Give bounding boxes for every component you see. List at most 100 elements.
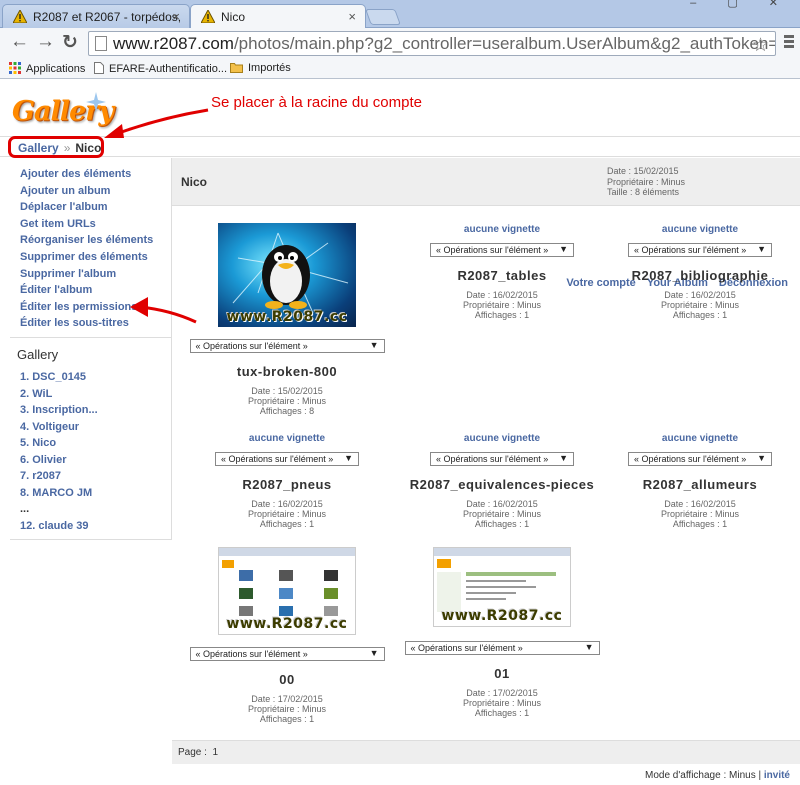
item-owner: Propriétaire : Minus	[247, 396, 327, 406]
item-views: Affichages : 1	[259, 519, 315, 529]
dropdown-arrow-icon: ▼	[369, 648, 379, 658]
item-title[interactable]: R2087_equivalences-pieces	[402, 477, 602, 492]
action-get-item-urls[interactable]: Get item URLs	[20, 218, 153, 235]
gallery-list-item[interactable]: 4. Voltigeur	[20, 421, 98, 438]
action-add-album[interactable]: Ajouter un album	[20, 185, 153, 202]
warning-favicon-icon	[201, 10, 215, 23]
item-cell: www.R2087.cc « Opérations sur l'élément …	[402, 547, 602, 718]
action-delete-items[interactable]: Supprimer des éléments	[20, 251, 153, 268]
action-move-album[interactable]: Déplacer l'album	[20, 201, 153, 218]
item-title[interactable]: tux-broken-800	[187, 364, 387, 379]
item-title[interactable]: 00	[187, 672, 387, 687]
item-date: Date : 16/02/2015	[251, 499, 323, 509]
no-thumbnail-link[interactable]: aucune vignette	[402, 224, 602, 235]
dropdown-arrow-icon: ▼	[559, 244, 568, 254]
action-edit-permissions[interactable]: Éditer les permissions	[20, 301, 153, 318]
item-views: Affichages : 1	[474, 519, 530, 529]
gallery-list-item[interactable]: 6. Olivier	[20, 454, 98, 471]
sidebar: Ajouter des éléments Ajouter un album Dé…	[10, 158, 172, 540]
item-meta: Date : 17/02/2015 Propriétaire : Minus A…	[402, 688, 602, 718]
item-title[interactable]: 01	[402, 666, 602, 681]
new-tab-button[interactable]	[365, 9, 401, 25]
sidebar-actions: Ajouter des éléments Ajouter un album Dé…	[20, 168, 153, 334]
browser-toolbar: ← → ↻ www.r2087.com/photos/main.php?g2_c…	[0, 28, 800, 58]
gallery-list-item[interactable]: 8. MARCO JM	[20, 487, 98, 504]
sidebar-divider	[10, 337, 171, 338]
item-date: Date : 16/02/2015	[664, 290, 736, 300]
gallery-list-item-current[interactable]: 5. Nico	[20, 437, 98, 454]
item-title[interactable]: R2087_bibliographie	[600, 268, 800, 283]
item-title[interactable]: R2087_allumeurs	[600, 477, 800, 492]
item-actions-select[interactable]: « Opérations sur l'élément » ▼	[628, 452, 772, 466]
address-bar[interactable]: www.r2087.com/photos/main.php?g2_control…	[88, 31, 776, 56]
item-owner: Propriétaire : Minus	[462, 509, 542, 519]
sparkle-icon	[86, 92, 106, 112]
reload-icon[interactable]: ↻	[62, 31, 78, 54]
bookmark-importes[interactable]: Importés	[230, 62, 291, 74]
item-thumbnail[interactable]: www.R2087.cc	[218, 547, 356, 635]
view-mode-footer: Mode d'affichage : Minus | invité	[645, 770, 790, 781]
annotation-arrow-breadcrumb	[115, 108, 209, 136]
tab-close-icon[interactable]: ×	[348, 9, 356, 24]
album-size: Taille : 8 éléments	[607, 187, 680, 197]
tab-close-icon[interactable]: ×	[172, 9, 180, 24]
no-thumbnail-link[interactable]: aucune vignette	[402, 433, 602, 444]
item-meta: Date : 17/02/2015 Propriétaire : Minus A…	[187, 694, 387, 724]
gallery-list-item[interactable]: 3. Inscription...	[20, 404, 98, 421]
annotation-text: Se placer à la racine du compte	[211, 94, 422, 111]
item-actions-select[interactable]: « Opérations sur l'élément » ▼	[628, 243, 772, 257]
gallery-list-item[interactable]: 1. DSC_0145	[20, 371, 98, 388]
item-cell: aucune vignette « Opérations sur l'éléme…	[402, 224, 602, 320]
item-owner: Propriétaire : Minus	[247, 704, 327, 714]
item-actions-select[interactable]: « Opérations sur l'élément » ▼	[189, 339, 385, 353]
item-meta: Date : 16/02/2015 Propriétaire : Minus A…	[600, 499, 800, 529]
bookmark-efare[interactable]: EFARE-Authentificatio...	[94, 62, 227, 75]
item-actions-select[interactable]: « Opérations sur l'élément » ▼	[404, 641, 600, 655]
bookmark-star-icon[interactable]: ☆	[752, 34, 769, 57]
select-value: « Opérations sur l'élément »	[221, 454, 334, 464]
forward-arrow-icon[interactable]: →	[36, 31, 55, 53]
tab-r2087[interactable]: R2087 et R2067 - torpédos, ×	[2, 4, 190, 28]
album-header: Nico Date : 15/02/2015 Propriétaire : Mi…	[172, 158, 800, 206]
folder-icon	[230, 63, 243, 73]
window-controls[interactable]: – ▢ ✕	[690, 0, 792, 9]
item-cell: aucune vignette « Opérations sur l'éléme…	[600, 433, 800, 529]
no-thumbnail-link[interactable]: aucune vignette	[187, 433, 387, 444]
item-actions-select[interactable]: « Opérations sur l'élément » ▼	[430, 243, 574, 257]
action-edit-captions[interactable]: Éditer les sous-titres	[20, 317, 153, 334]
item-cell: aucune vignette « Opérations sur l'éléme…	[600, 224, 800, 320]
gallery-list-item[interactable]: 12. claude 39	[20, 520, 98, 537]
bookmark-label: Importés	[248, 62, 291, 74]
item-actions-select[interactable]: « Opérations sur l'élément » ▼	[189, 647, 385, 661]
select-value: « Opérations sur l'élément »	[634, 245, 747, 255]
thumbnail-watermark: www.R2087.cc	[226, 309, 348, 325]
item-views: Affichages : 1	[474, 310, 530, 320]
warning-favicon-icon	[13, 10, 27, 23]
item-views: Affichages : 1	[259, 714, 315, 724]
item-thumbnail[interactable]: www.R2087.cc	[433, 547, 571, 627]
item-views: Affichages : 1	[672, 519, 728, 529]
no-thumbnail-link[interactable]: aucune vignette	[600, 224, 800, 235]
menu-icon[interactable]	[784, 35, 794, 50]
item-actions-select[interactable]: « Opérations sur l'élément » ▼	[430, 452, 574, 466]
item-actions-select[interactable]: « Opérations sur l'élément » ▼	[215, 452, 359, 466]
gallery-list-item[interactable]: 2. WiL	[20, 388, 98, 405]
back-arrow-icon[interactable]: ←	[10, 31, 29, 53]
action-add-items[interactable]: Ajouter des éléments	[20, 168, 153, 185]
gallery-list-ellipsis: ...	[20, 503, 30, 515]
bookmark-label: EFARE-Authentificatio...	[109, 63, 227, 75]
no-thumbnail-link[interactable]: aucune vignette	[600, 433, 800, 444]
action-reorder-items[interactable]: Réorganiser les éléments	[20, 234, 153, 251]
item-title[interactable]: R2087_pneus	[187, 477, 387, 492]
item-title[interactable]: R2087_tables	[402, 268, 602, 283]
item-thumbnail[interactable]: www.R2087.cc	[218, 223, 356, 327]
action-edit-album[interactable]: Éditer l'album	[20, 284, 153, 301]
item-meta: Date : 16/02/2015 Propriétaire : Minus A…	[187, 499, 387, 529]
bookmark-applications[interactable]: Applications	[9, 62, 85, 75]
view-mode-label: Mode d'affichage :	[645, 770, 727, 781]
action-delete-album[interactable]: Supprimer l'album	[20, 268, 153, 285]
gallery-list-item[interactable]: 7. r2087	[20, 470, 98, 487]
tab-nico[interactable]: Nico ×	[190, 4, 366, 29]
view-mode-guest-link[interactable]: invité	[764, 770, 790, 781]
item-date: Date : 16/02/2015	[664, 499, 736, 509]
